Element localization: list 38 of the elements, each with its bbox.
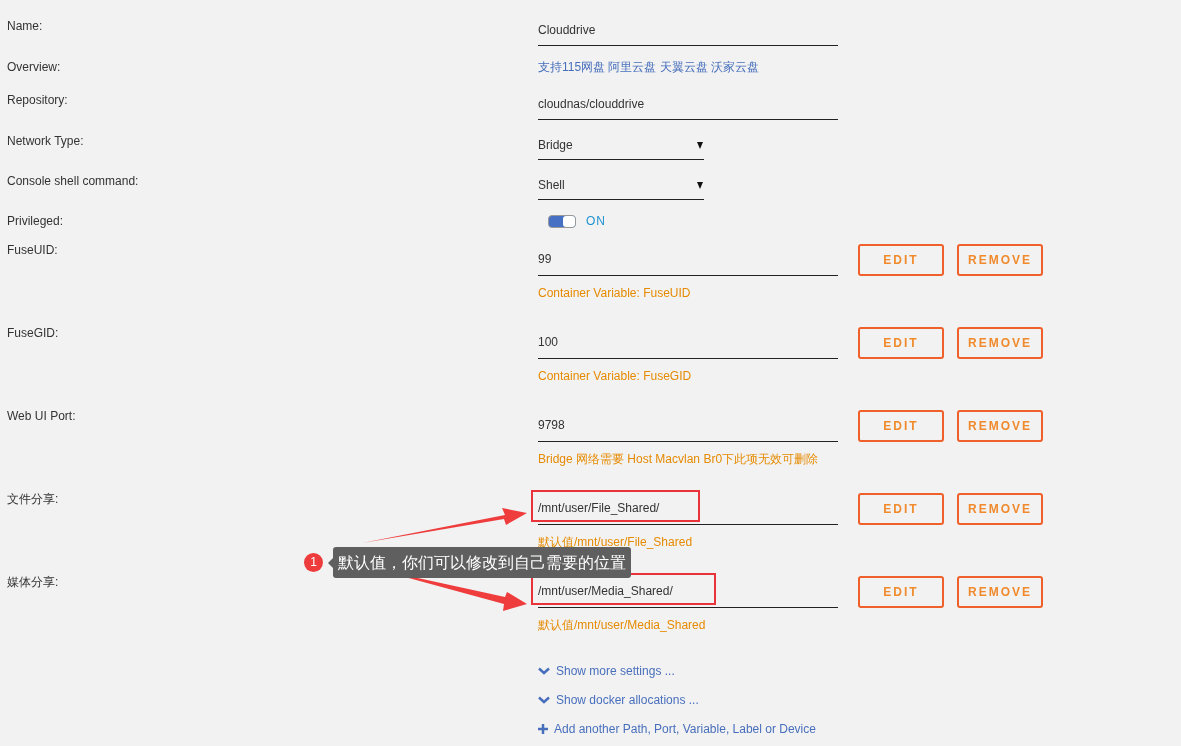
- field-label: Overview:: [7, 60, 61, 74]
- field-label: FuseGID:: [7, 326, 59, 340]
- input-field[interactable]: /mnt/user/Media_Shared/: [538, 579, 838, 608]
- field-label: 文件分享:: [7, 492, 59, 506]
- field-description: 默认值/mnt/user/File_Shared: [538, 534, 694, 550]
- dropdown-icon: [697, 142, 703, 149]
- field-label: Repository:: [7, 93, 68, 107]
- field-label: Web UI Port:: [7, 409, 76, 423]
- overview-text: 支持115网盘 阿里云盘 天翼云盘 沃家云盘: [538, 59, 760, 75]
- annotation-tooltip: 默认值，你们可以修改到自己需要的位置: [333, 547, 631, 578]
- field-label: Network Type:: [7, 134, 84, 148]
- input-field[interactable]: Clouddrive: [538, 21, 838, 46]
- field-label: Console shell command:: [7, 174, 139, 188]
- plus-icon: [538, 724, 548, 734]
- dropdown-icon: [697, 182, 703, 189]
- action-link[interactable]: Add another Path, Port, Variable, Label or Device: [538, 719, 1181, 739]
- toggle-state: ON: [586, 213, 606, 230]
- field-description: Container Variable: FuseUID: [538, 285, 692, 301]
- input-field[interactable]: 100: [538, 330, 838, 359]
- field-label: 媒体分享:: [7, 575, 59, 589]
- chevron-down-icon: [538, 696, 550, 704]
- action-link[interactable]: Show docker allocations ...: [538, 690, 1181, 710]
- field-label: Privileged:: [7, 214, 64, 228]
- select-field[interactable]: Bridge: [538, 137, 704, 160]
- chevron-down-icon: [538, 667, 550, 675]
- step-badge: 1: [304, 553, 323, 572]
- toggle-switch[interactable]: [548, 214, 576, 228]
- field-label: FuseUID:: [7, 243, 58, 257]
- input-field[interactable]: /mnt/user/File_Shared/: [538, 496, 838, 525]
- field-description: Bridge 网络需要 Host Macvlan Br0下此项无效可删除: [538, 451, 820, 467]
- input-field[interactable]: 99: [538, 247, 838, 276]
- select-field[interactable]: Shell: [538, 177, 704, 200]
- input-field[interactable]: 9798: [538, 413, 838, 442]
- field-description: Container Variable: FuseGID: [538, 368, 693, 384]
- field-label: Name:: [7, 19, 43, 33]
- action-link[interactable]: Show more settings ...: [538, 661, 1181, 681]
- field-description: 默认值/mnt/user/Media_Shared: [538, 617, 707, 633]
- input-field[interactable]: cloudnas/clouddrive: [538, 95, 838, 120]
